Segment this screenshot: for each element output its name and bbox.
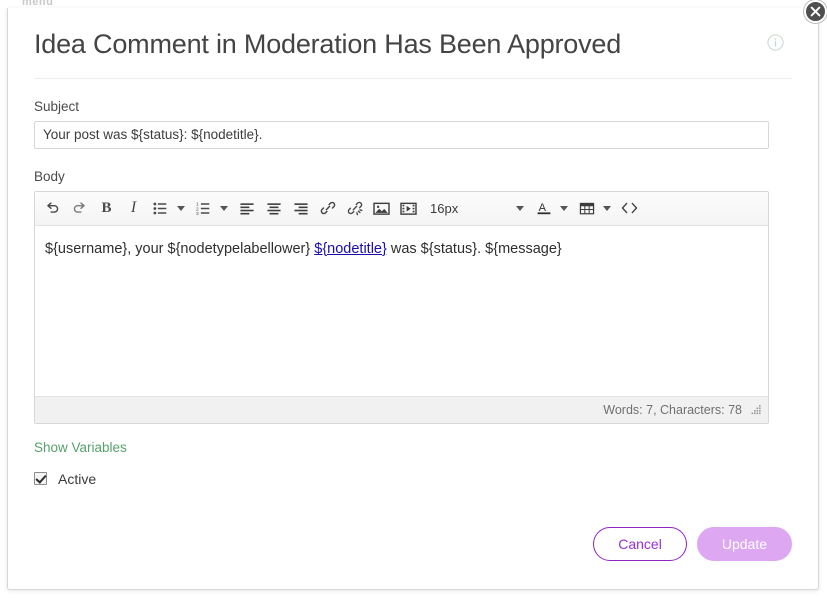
background-page-text: menu [22,0,54,8]
source-code-icon[interactable] [616,193,643,223]
chevron-down-icon[interactable] [516,205,524,211]
align-right-icon[interactable] [287,193,314,223]
align-left-icon[interactable] [233,193,260,223]
table-icon[interactable] [573,193,600,223]
active-checkbox-row[interactable]: Active [34,471,792,487]
ordered-list-icon[interactable]: 1 2 3 [190,193,217,223]
chevron-down-icon[interactable] [560,205,568,211]
body-text-after-link: was ${status}. ${message} [386,240,562,257]
dialog-footer: Cancel Update [593,527,792,561]
subject-label: Subject [34,98,80,114]
nodetitle-link[interactable]: ${nodetitle} [314,241,387,257]
align-center-icon[interactable] [260,193,287,223]
font-size-value: 16px [430,200,459,216]
word-character-count: Words: 7, Characters: 78 [603,402,742,417]
redo-icon[interactable] [66,193,93,223]
resize-grip-icon[interactable] [750,404,762,416]
editor-content[interactable]: ${username}, your ${nodetypelabellower} … [35,225,768,396]
table-group[interactable] [573,193,611,223]
cancel-button[interactable]: Cancel [593,527,687,561]
chevron-down-icon[interactable] [220,205,228,211]
chevron-down-icon[interactable] [177,205,185,211]
svg-text:A: A [538,202,546,214]
font-size-select[interactable]: 16px [422,193,530,223]
bold-button[interactable]: B [93,193,120,223]
info-circle-icon[interactable] [767,34,784,56]
image-icon[interactable] [368,193,395,223]
chevron-down-icon[interactable] [603,205,611,211]
modal-body: Idea Comment in Moderation Has Been Appr… [8,8,818,487]
title-row: Idea Comment in Moderation Has Been Appr… [34,8,792,79]
subject-input[interactable] [34,120,769,149]
font-color-group[interactable]: A [530,193,568,223]
unlink-icon[interactable] [341,193,368,223]
unordered-list-group[interactable] [147,193,185,223]
modal-dialog: Idea Comment in Moderation Has Been Appr… [7,0,827,590]
active-label: Active [58,470,97,487]
body-label: Body [34,168,65,184]
svg-text:3: 3 [196,211,199,216]
font-color-icon[interactable]: A [530,193,557,223]
undo-icon[interactable] [39,193,66,223]
editor-status-bar: Words: 7, Characters: 78 [35,395,768,423]
update-button[interactable]: Update [696,527,792,561]
close-icon[interactable] [804,0,827,23]
ordered-list-group[interactable]: 1 2 3 [190,193,228,223]
italic-button[interactable]: I [120,193,147,223]
rich-text-editor: B I 1 2 3 16px A ${username}, your ${nod… [34,190,769,424]
editor-toolbar: B I 1 2 3 16px A [35,191,768,226]
unordered-list-icon[interactable] [147,193,174,223]
show-variables-link[interactable]: Show Variables [34,440,127,455]
active-checkbox[interactable] [34,472,47,486]
link-icon[interactable] [314,193,341,223]
video-icon[interactable] [395,193,422,223]
body-text-before-link: ${username}, your ${nodetypelabellower} [45,240,315,257]
page-title: Idea Comment in Moderation Has Been Appr… [34,29,622,59]
